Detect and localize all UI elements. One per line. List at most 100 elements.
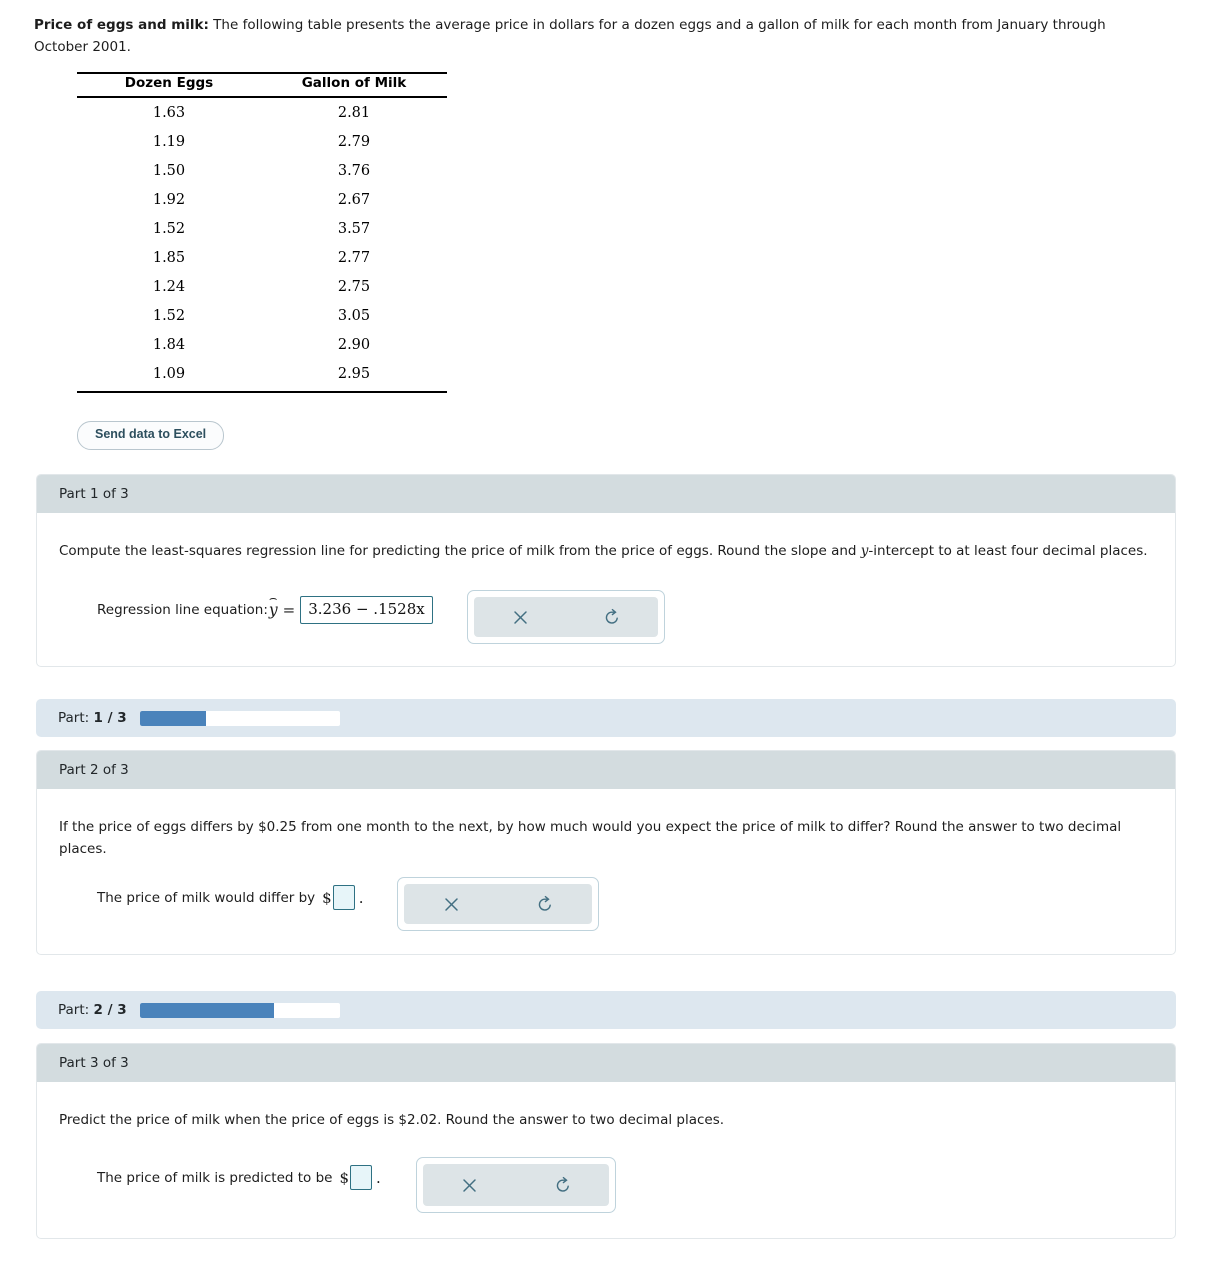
table-row: 1.19 2.79: [77, 127, 447, 156]
part-1-action-inner: [474, 597, 658, 637]
table-row: 1.52 3.57: [77, 214, 447, 243]
cell-dozen-eggs: 1.85: [152, 249, 186, 266]
part-2-answer-label: The price of milk would differ by: [97, 889, 316, 906]
close-x-icon: [461, 1177, 478, 1194]
part-3-action-panel: [416, 1157, 616, 1213]
part-3-dollar-sign: $: [339, 1168, 350, 1187]
part-2-action-inner: [404, 884, 592, 924]
table-row: 1.52 3.05: [77, 301, 447, 330]
progress-2-track: [139, 1002, 340, 1018]
part-1-card: Part 1 of 3 Compute the least-squares re…: [36, 474, 1176, 667]
y-hat-symbol: ⌢ y: [268, 592, 279, 619]
cell-gallon-of-milk: 2.90: [337, 336, 371, 353]
part-2-question-text: If the price of eggs differs by $0.25 fr…: [59, 819, 1122, 857]
part-1-question-text: Compute the least-squares regression lin…: [37, 513, 1175, 563]
table-row: 1.50 3.76: [77, 156, 447, 185]
part-2-answer-input[interactable]: [332, 885, 355, 910]
progress-2-label: Part: 2 / 3: [58, 1002, 127, 1018]
table-header-row: Dozen Eggs Gallon of Milk: [77, 72, 447, 98]
close-x-icon: [443, 896, 460, 913]
part-2-answer-row: The price of milk would differ by $ .: [97, 885, 363, 910]
part-2-trailing-period: .: [358, 888, 364, 907]
part-2-card: Part 2 of 3 If the price of eggs differs…: [36, 750, 1176, 955]
part-3-undo-button[interactable]: [516, 1176, 609, 1194]
cell-dozen-eggs: 1.52: [152, 220, 186, 237]
cell-gallon-of-milk: 3.05: [337, 307, 371, 324]
table-row: 1.85 2.77: [77, 243, 447, 272]
part-3-header: Part 3 of 3: [37, 1044, 1175, 1082]
progress-1-label: Part: 1 / 3: [58, 710, 127, 726]
part-1-clear-button[interactable]: [474, 609, 566, 626]
table-row: 1.63 2.81: [77, 97, 447, 127]
part-2-action-panel: [397, 877, 599, 931]
close-x-icon: [512, 609, 529, 626]
part-3-clear-button[interactable]: [423, 1177, 516, 1194]
part-3-card: Part 3 of 3 Predict the price of milk wh…: [36, 1043, 1176, 1239]
table-row: 1.84 2.90: [77, 330, 447, 359]
part-1-body: Compute the least-squares regression lin…: [37, 513, 1175, 644]
part-3-answer-input[interactable]: [350, 1165, 373, 1190]
equals-sign: =: [282, 600, 296, 619]
part-3-answer-label: The price of milk is predicted to be: [97, 1169, 333, 1186]
cell-dozen-eggs: 1.19: [152, 133, 186, 150]
part-1-question-post: -intercept to at least four decimal plac…: [868, 543, 1148, 559]
hat-accent-icon: ⌢: [268, 590, 278, 606]
part-3-answer-row: The price of milk is predicted to be $ .: [97, 1165, 381, 1190]
part-2-body: If the price of eggs differs by $0.25 fr…: [37, 789, 1175, 931]
cell-gallon-of-milk: 2.75: [337, 278, 371, 295]
undo-arrow-icon: [536, 895, 554, 913]
intro-paragraph: Price of eggs and milk: The following ta…: [34, 15, 1162, 59]
part-1-action-panel: [467, 590, 665, 644]
price-data-table-wrapper: Dozen Eggs Gallon of Milk 1.63 2.81 1.19 2.…: [77, 72, 447, 393]
table-row: 1.92 2.67: [77, 185, 447, 214]
cell-dozen-eggs: 1.92: [152, 191, 186, 208]
progress-1-value: 1 / 3: [93, 710, 127, 726]
progress-2-prefix: Part:: [58, 1002, 90, 1018]
progress-strip-part-2: Part: 2 / 3: [36, 991, 1176, 1029]
part-1-undo-button[interactable]: [566, 608, 658, 626]
cell-dozen-eggs: 1.63: [152, 104, 186, 121]
cell-gallon-of-milk: 2.79: [337, 133, 371, 150]
part-1-question-pre: Compute the least-squares regression lin…: [59, 543, 861, 559]
progress-1-track: [139, 710, 340, 726]
regression-line-equation-label: Regression line equation:: [97, 601, 268, 618]
cell-gallon-of-milk: 3.76: [337, 162, 371, 179]
intro-lead-label: Price of eggs and milk:: [34, 17, 209, 33]
cell-gallon-of-milk: 2.95: [261, 359, 447, 393]
cell-dozen-eggs: 1.50: [152, 162, 186, 179]
part-1-header: Part 1 of 3: [37, 475, 1175, 513]
cell-dozen-eggs: 1.09: [77, 359, 261, 393]
price-data-table: Dozen Eggs Gallon of Milk 1.63 2.81 1.19 2.…: [77, 72, 447, 393]
table-row: 1.24 2.75: [77, 272, 447, 301]
cell-gallon-of-milk: 2.81: [337, 104, 371, 121]
send-data-to-excel-button[interactable]: Send data to Excel: [77, 421, 225, 450]
part-3-action-inner: [423, 1164, 609, 1206]
column-header-dozen-eggs: Dozen Eggs: [77, 72, 261, 98]
undo-arrow-icon: [603, 608, 621, 626]
table-row: 1.09 2.95: [77, 359, 447, 393]
part-2-dollar-sign: $: [322, 888, 332, 907]
progress-2-value: 2 / 3: [93, 1002, 127, 1018]
part-3-trailing-period: .: [376, 1168, 381, 1187]
progress-1-prefix: Part:: [58, 710, 90, 726]
column-header-gallon-of-milk: Gallon of Milk: [261, 72, 447, 98]
progress-2-fill: [139, 1002, 274, 1018]
cell-gallon-of-milk: 2.67: [337, 191, 371, 208]
cell-gallon-of-milk: 3.57: [337, 220, 371, 237]
cell-dozen-eggs: 1.84: [152, 336, 186, 353]
part-3-question-text: Predict the price of milk when the price…: [59, 1112, 725, 1128]
regression-equation-input[interactable]: 3.236 − .1528x: [300, 596, 433, 624]
part-2-header: Part 2 of 3: [37, 751, 1175, 789]
part-1-answer-row: Regression line equation: ⌢ y = 3.236 − .…: [97, 592, 433, 624]
part-2-clear-button[interactable]: [404, 896, 498, 913]
cell-dozen-eggs: 1.52: [152, 307, 186, 324]
part-2-undo-button[interactable]: [498, 895, 592, 913]
cell-dozen-eggs: 1.24: [152, 278, 186, 295]
undo-arrow-icon: [554, 1176, 572, 1194]
progress-1-fill: [139, 710, 206, 726]
table-body: 1.63 2.81 1.19 2.79 1.50 3.76 1.92 2.67 1.52 3.57…: [77, 97, 447, 393]
table-head: Dozen Eggs Gallon of Milk: [77, 72, 447, 98]
progress-strip-part-1: Part: 1 / 3: [36, 699, 1176, 737]
cell-gallon-of-milk: 2.77: [337, 249, 371, 266]
part-3-body: Predict the price of milk when the price…: [37, 1082, 1175, 1213]
